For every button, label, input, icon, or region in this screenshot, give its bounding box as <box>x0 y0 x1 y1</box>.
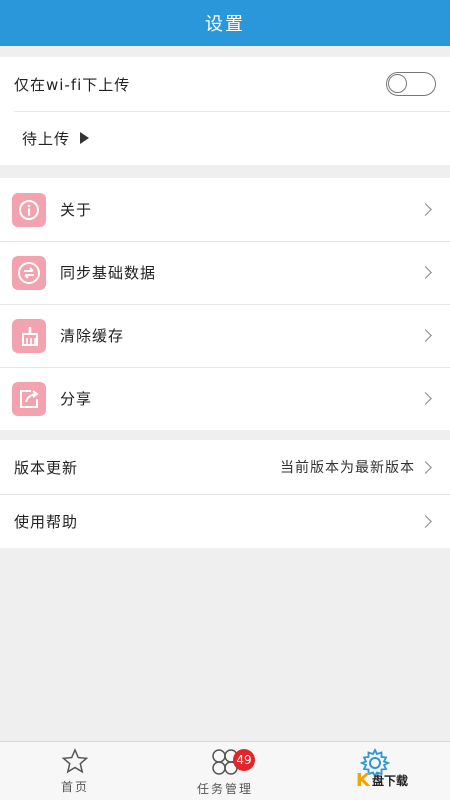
chevron-right-icon <box>419 392 432 405</box>
menu-item-share[interactable]: 分享 <box>0 367 450 430</box>
pending-upload-row[interactable]: 待上传 <box>0 111 450 165</box>
wifi-only-row: 仅在wi-fi下上传 <box>0 57 450 111</box>
chevron-right-icon <box>419 266 432 279</box>
menu-item-label: 同步基础数据 <box>60 264 157 282</box>
wifi-only-label: 仅在wi-fi下上传 <box>14 75 131 94</box>
tab-home[interactable]: 首页 <box>0 742 150 800</box>
menu-item-label: 分享 <box>60 390 93 408</box>
watermark-icon: K <box>356 770 370 791</box>
pending-upload-label: 待上传 <box>22 129 71 148</box>
chevron-right-icon <box>419 460 432 474</box>
page-title: 设置 <box>205 14 245 35</box>
header-bar: 设置 <box>0 0 450 46</box>
toggle-knob <box>388 74 407 93</box>
menu-item-label: 清除缓存 <box>60 327 125 345</box>
menu-item-clear-cache[interactable]: 清除缓存 <box>0 304 450 367</box>
more-section: 版本更新 当前版本为最新版本 使用帮助 <box>0 440 450 548</box>
share-icon <box>12 381 46 416</box>
help-row[interactable]: 使用帮助 <box>0 494 450 548</box>
chevron-right-icon <box>419 203 432 216</box>
version-status: 当前版本为最新版本 <box>280 460 415 476</box>
menu-section: 关于 同步基础数据 清除缓存 分享 <box>0 178 450 430</box>
chevron-right-icon <box>419 329 432 342</box>
help-label: 使用帮助 <box>14 512 79 531</box>
version-update-label: 版本更新 <box>14 458 79 477</box>
info-icon <box>12 192 46 227</box>
version-update-row[interactable]: 版本更新 当前版本为最新版本 <box>0 440 450 494</box>
tab-task-management[interactable]: 49 任务管理 <box>150 742 300 800</box>
watermark-text: 盘下载 <box>371 774 408 788</box>
upload-section: 仅在wi-fi下上传 待上传 <box>0 57 450 165</box>
wifi-only-toggle[interactable] <box>386 72 436 96</box>
play-icon <box>80 132 90 144</box>
broom-icon <box>12 318 46 353</box>
menu-item-about[interactable]: 关于 <box>0 178 450 241</box>
task-count-badge: 49 <box>233 749 255 771</box>
star-icon <box>61 748 89 774</box>
sync-icon <box>12 255 46 290</box>
menu-item-sync[interactable]: 同步基础数据 <box>0 241 450 304</box>
menu-item-label: 关于 <box>60 201 93 219</box>
watermark-logo: K 盘下载 <box>356 770 408 791</box>
tab-label: 任务管理 <box>196 782 253 796</box>
chevron-right-icon <box>419 514 432 528</box>
tab-label: 首页 <box>60 780 89 794</box>
